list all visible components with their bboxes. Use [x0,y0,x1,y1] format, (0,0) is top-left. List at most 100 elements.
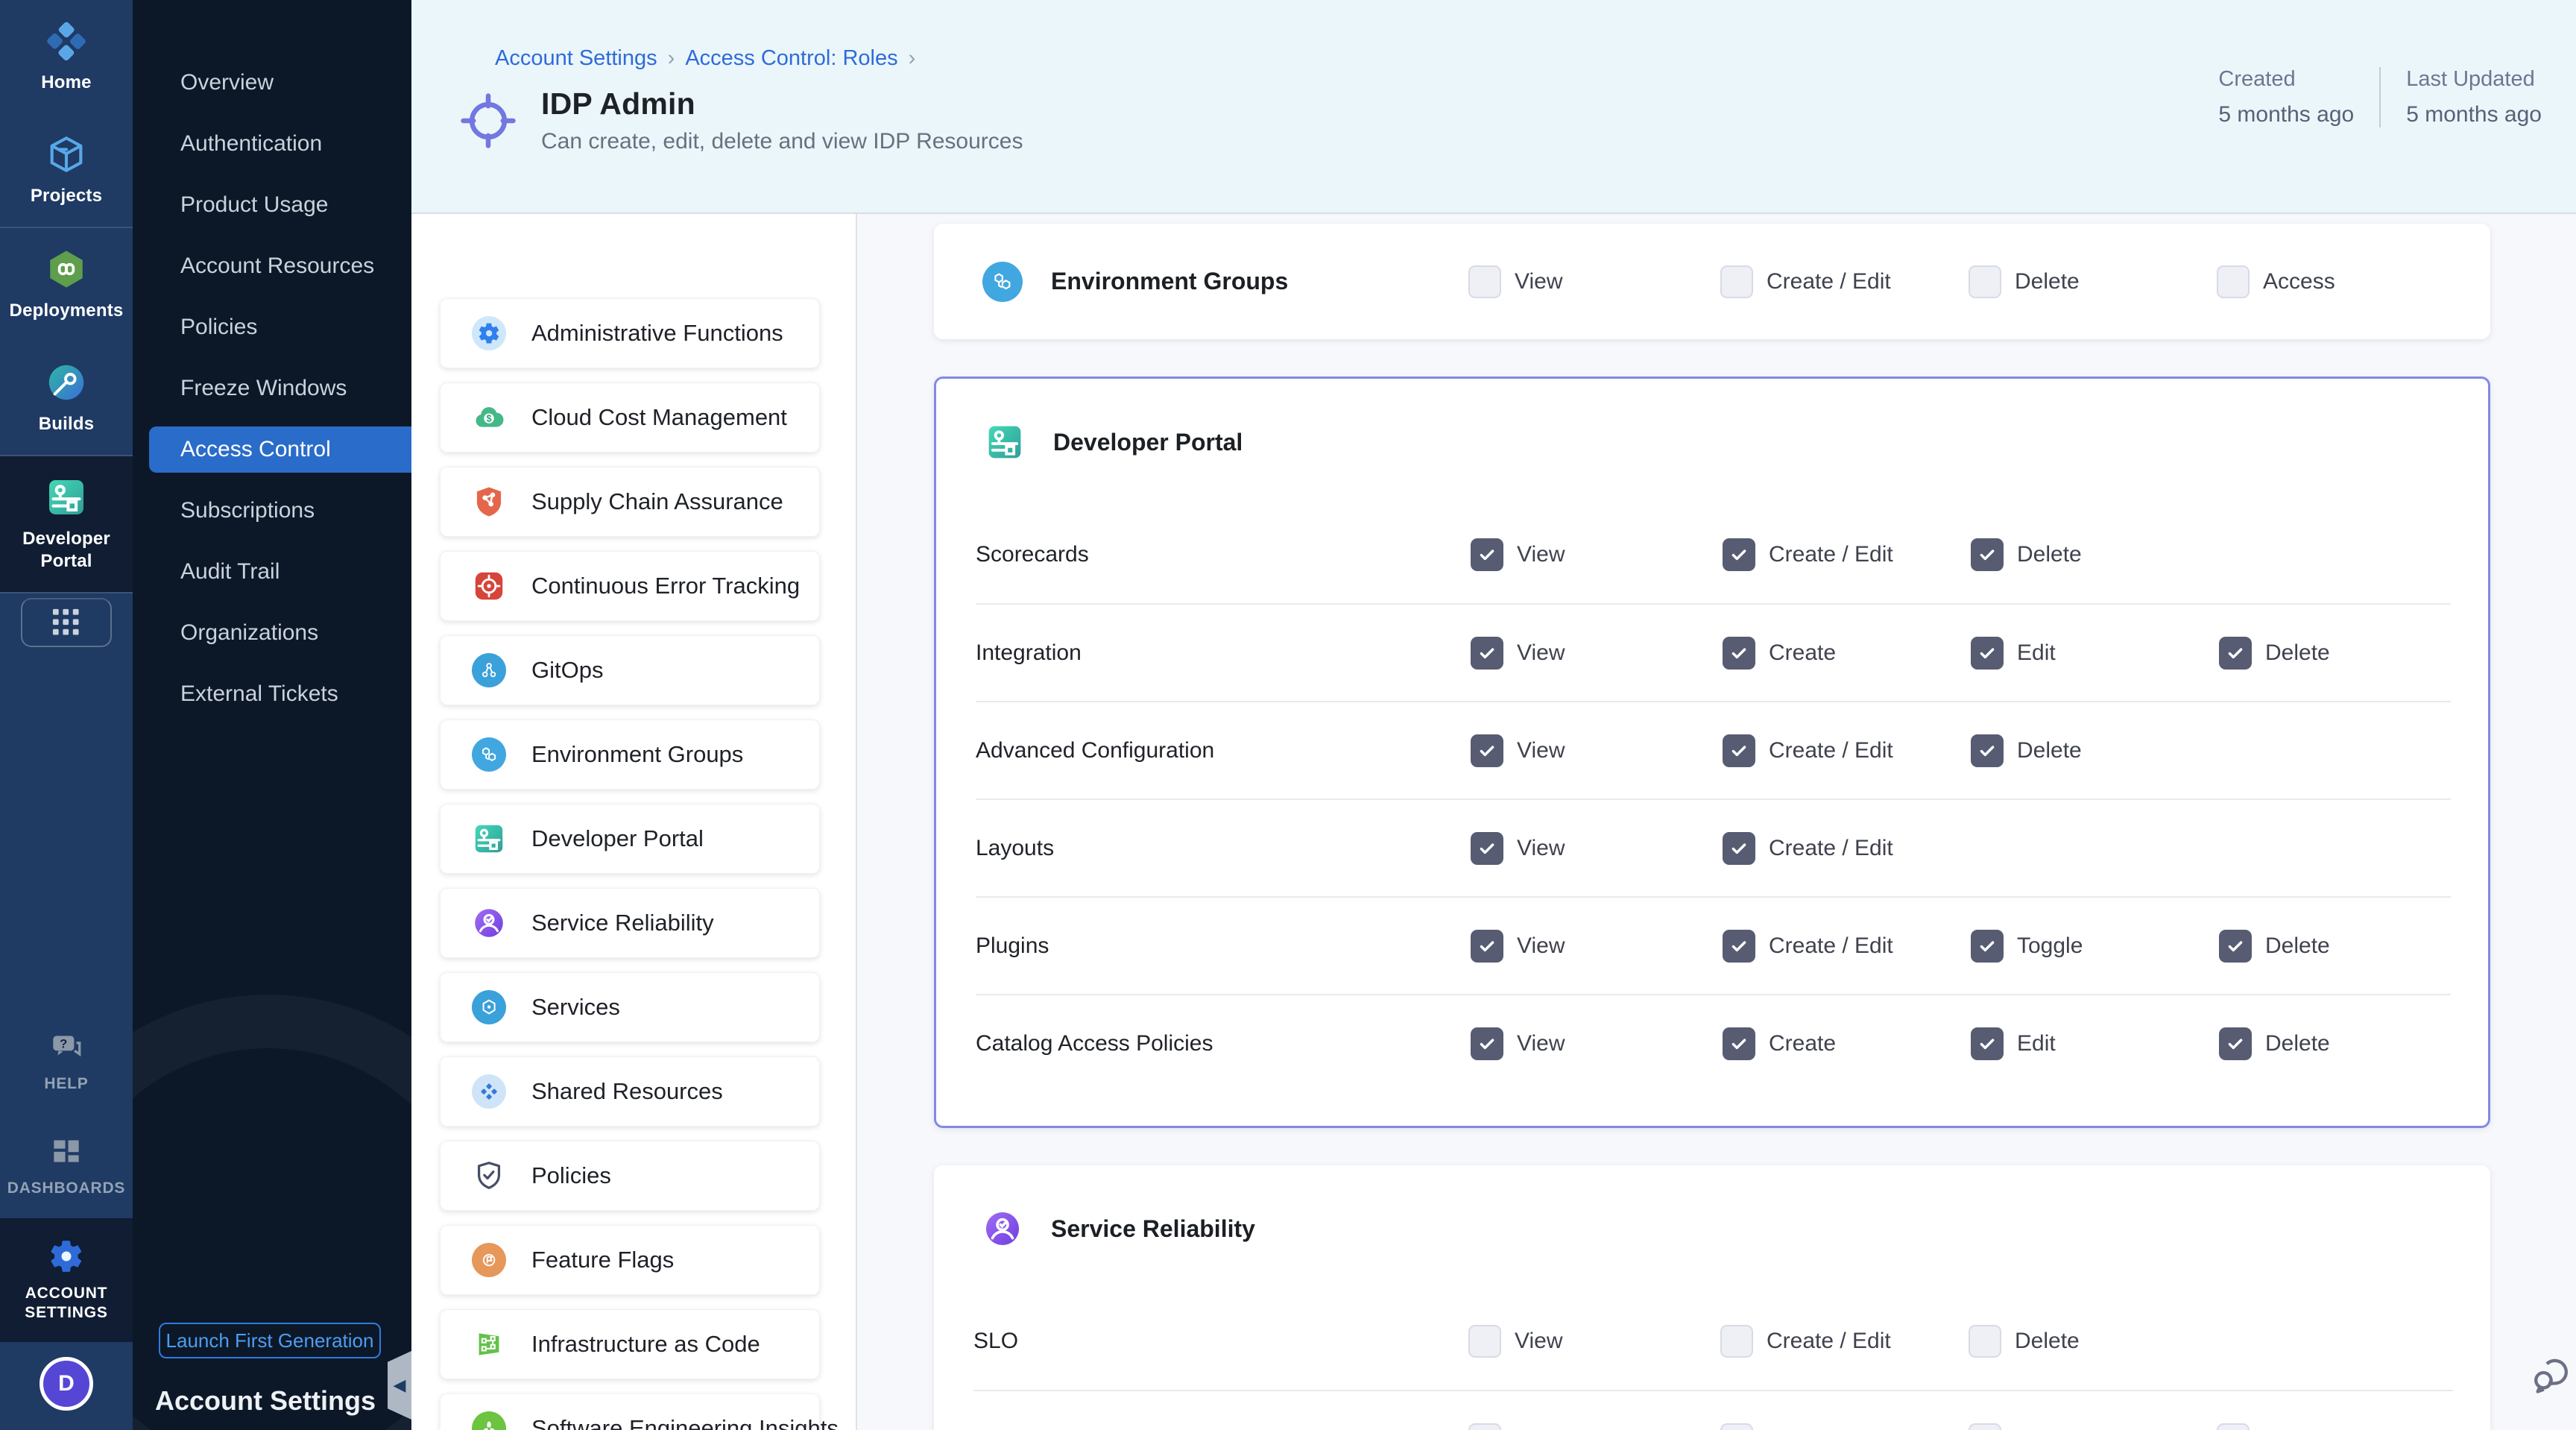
resource-card-infrastructure-as-code[interactable]: Infrastructure as Code [440,1309,820,1379]
permission-checkbox-view[interactable] [1471,538,1503,571]
continuous-error-tracking-icon [472,569,506,603]
permission-checkbox-view[interactable] [1471,734,1503,767]
permission-row-label: Advanced Configuration [976,738,1471,763]
permission-checkbox-view[interactable] [1471,637,1503,670]
permission-checkbox-delete[interactable] [1969,265,2001,298]
permission-section-developer-portal: Developer PortalScorecardsViewCreate / E… [934,377,2490,1128]
module-nav-item-home[interactable]: Home [0,0,133,113]
permission-checkbox-create-edit[interactable] [1723,832,1755,865]
permission-checkbox-delete[interactable] [1969,1423,2001,1430]
permission-label: View [1517,933,1565,959]
permission-create: Create [1723,1027,1971,1060]
resource-card-environment-groups[interactable]: Environment Groups [440,719,820,790]
sidebar-item-overview[interactable]: Overview [133,52,411,113]
resource-card-developer-portal[interactable]: Developer Portal [440,804,820,874]
user-avatar[interactable]: D [40,1357,93,1411]
permission-checkbox-delete[interactable] [2219,1027,2252,1060]
section-header: Service Reliability [934,1165,2490,1292]
module-nav-item-developer-portal[interactable]: Developer Portal [0,456,133,592]
permission-checkbox-delete[interactable] [1971,538,2004,571]
breadcrumb-access-control-roles[interactable]: Access Control: Roles [685,46,897,71]
resource-card-service-reliability[interactable]: Service Reliability [440,888,820,958]
resource-card-label: Infrastructure as Code [531,1331,760,1358]
sidebar-item-access-control[interactable]: Access Control [149,426,411,473]
permission-checkbox-delete[interactable] [2219,930,2252,963]
permission-checkbox-view[interactable] [1471,930,1503,963]
permission-checkbox-edit[interactable] [1971,1027,2004,1060]
permission-delete: Delete [1971,734,2219,767]
permission-checkbox-create-edit[interactable] [1720,1325,1753,1358]
permission-delete: Delete [2219,930,2451,963]
permission-delete: Delete [1969,1325,2217,1358]
resource-card-gitops[interactable]: GitOps [440,635,820,705]
sidebar-item-policies[interactable]: Policies [133,297,411,358]
permission-checkbox-toggle[interactable] [1971,930,2004,963]
permission-create-edit: Create / Edit [1723,734,1971,767]
permission-label: View [1515,269,1562,294]
resource-card-label: Services [531,994,620,1021]
permission-checkbox-delete[interactable] [1969,1325,2001,1358]
permission-label: Toggle [2017,933,2083,959]
sidebar-item-product-usage[interactable]: Product Usage [133,174,411,236]
sidebar-item-audit-trail[interactable]: Audit Trail [133,541,411,602]
support-chat-icon[interactable] [2530,1354,2573,1397]
module-nav-item-projects[interactable]: Projects [0,113,133,227]
service-reliability-icon [982,1209,1023,1249]
sidebar-item-organizations[interactable]: Organizations [133,602,411,664]
meta-divider [2379,67,2381,127]
supply-chain-assurance-icon [472,485,506,519]
permission-view: View [1468,1423,1720,1430]
launch-first-generation-button[interactable]: Launch First Generation [159,1323,381,1358]
permission-checkbox-create-edit[interactable] [1720,265,1753,298]
resource-card-shared-resources[interactable]: Shared Resources [440,1056,820,1127]
permission-checkbox-view[interactable] [1468,265,1501,298]
permission-checkbox-create[interactable] [1723,637,1755,670]
module-selector-box[interactable] [21,598,112,647]
permission-label: Delete [2265,1031,2330,1056]
resource-card-cloud-cost-management[interactable]: $Cloud Cost Management [440,382,820,453]
environment-groups-icon [982,262,1023,302]
policies-icon [472,1159,506,1193]
permission-checkbox-create-edit[interactable] [1723,538,1755,571]
module-nav-item-builds[interactable]: Builds [0,341,133,455]
permission-edit: Edit [1971,1027,2219,1060]
permission-checkbox-create[interactable] [1723,1027,1755,1060]
permission-checkbox-edit[interactable] [1971,637,2004,670]
resource-card-policies[interactable]: Policies [440,1141,820,1211]
permission-checkbox-view[interactable] [1471,1027,1503,1060]
settings-nav-title: Account Settings [155,1385,376,1417]
permission-checkbox-create-edit[interactable] [1723,734,1755,767]
breadcrumb-account-settings[interactable]: Account Settings [495,46,657,71]
permission-checkbox-delete[interactable] [2219,637,2252,670]
permission-checkbox-view[interactable] [1468,1325,1501,1358]
sidebar-item-external-tickets[interactable]: External Tickets [133,664,411,725]
module-nav-item-deployments[interactable]: Deployments [0,228,133,341]
permission-checkbox-toggle[interactable] [2217,1423,2250,1430]
permission-checkbox-create-edit[interactable] [1723,930,1755,963]
module-nav-item-help[interactable]: ? HELP [0,1009,133,1113]
permission-checkbox-access[interactable] [2217,265,2250,298]
module-nav-item-account-settings[interactable]: ACCOUNT SETTINGS [0,1218,133,1343]
resource-card-supply-chain-assurance[interactable]: Supply Chain Assurance [440,467,820,537]
resource-card-feature-flags[interactable]: Feature Flags [440,1225,820,1295]
sidebar-collapse-toggle[interactable]: ◀ [388,1351,411,1420]
created-label: Created [2218,67,2354,92]
module-nav-label: Builds [39,413,95,435]
sidebar-item-subscriptions[interactable]: Subscriptions [133,480,411,541]
module-nav-item-dashboards[interactable]: DASHBOARDS [0,1113,133,1218]
resource-card-continuous-error-tracking[interactable]: Continuous Error Tracking [440,551,820,621]
resource-card-software-engineering-insights[interactable]: Software Engineering Insights [440,1393,820,1430]
permission-checkbox-create-edit[interactable] [1720,1423,1753,1430]
sidebar-item-freeze-windows[interactable]: Freeze Windows [133,358,411,419]
permission-toggle: Toggle [1971,930,2219,963]
permission-label: View [1517,836,1565,861]
sidebar-item-account-resources[interactable]: Account Resources [133,236,411,297]
permission-checkbox-view[interactable] [1471,832,1503,865]
permission-checkbox-delete[interactable] [1971,734,2004,767]
resource-card-services[interactable]: Services [440,972,820,1042]
sidebar-item-authentication[interactable]: Authentication [133,113,411,174]
resource-card-administrative-functions[interactable]: Administrative Functions [440,298,820,368]
permission-label: Edit [2017,1031,2056,1056]
permission-checkbox-view[interactable] [1468,1423,1501,1430]
page-header: Account Settings › Access Control: Roles… [411,0,2576,214]
